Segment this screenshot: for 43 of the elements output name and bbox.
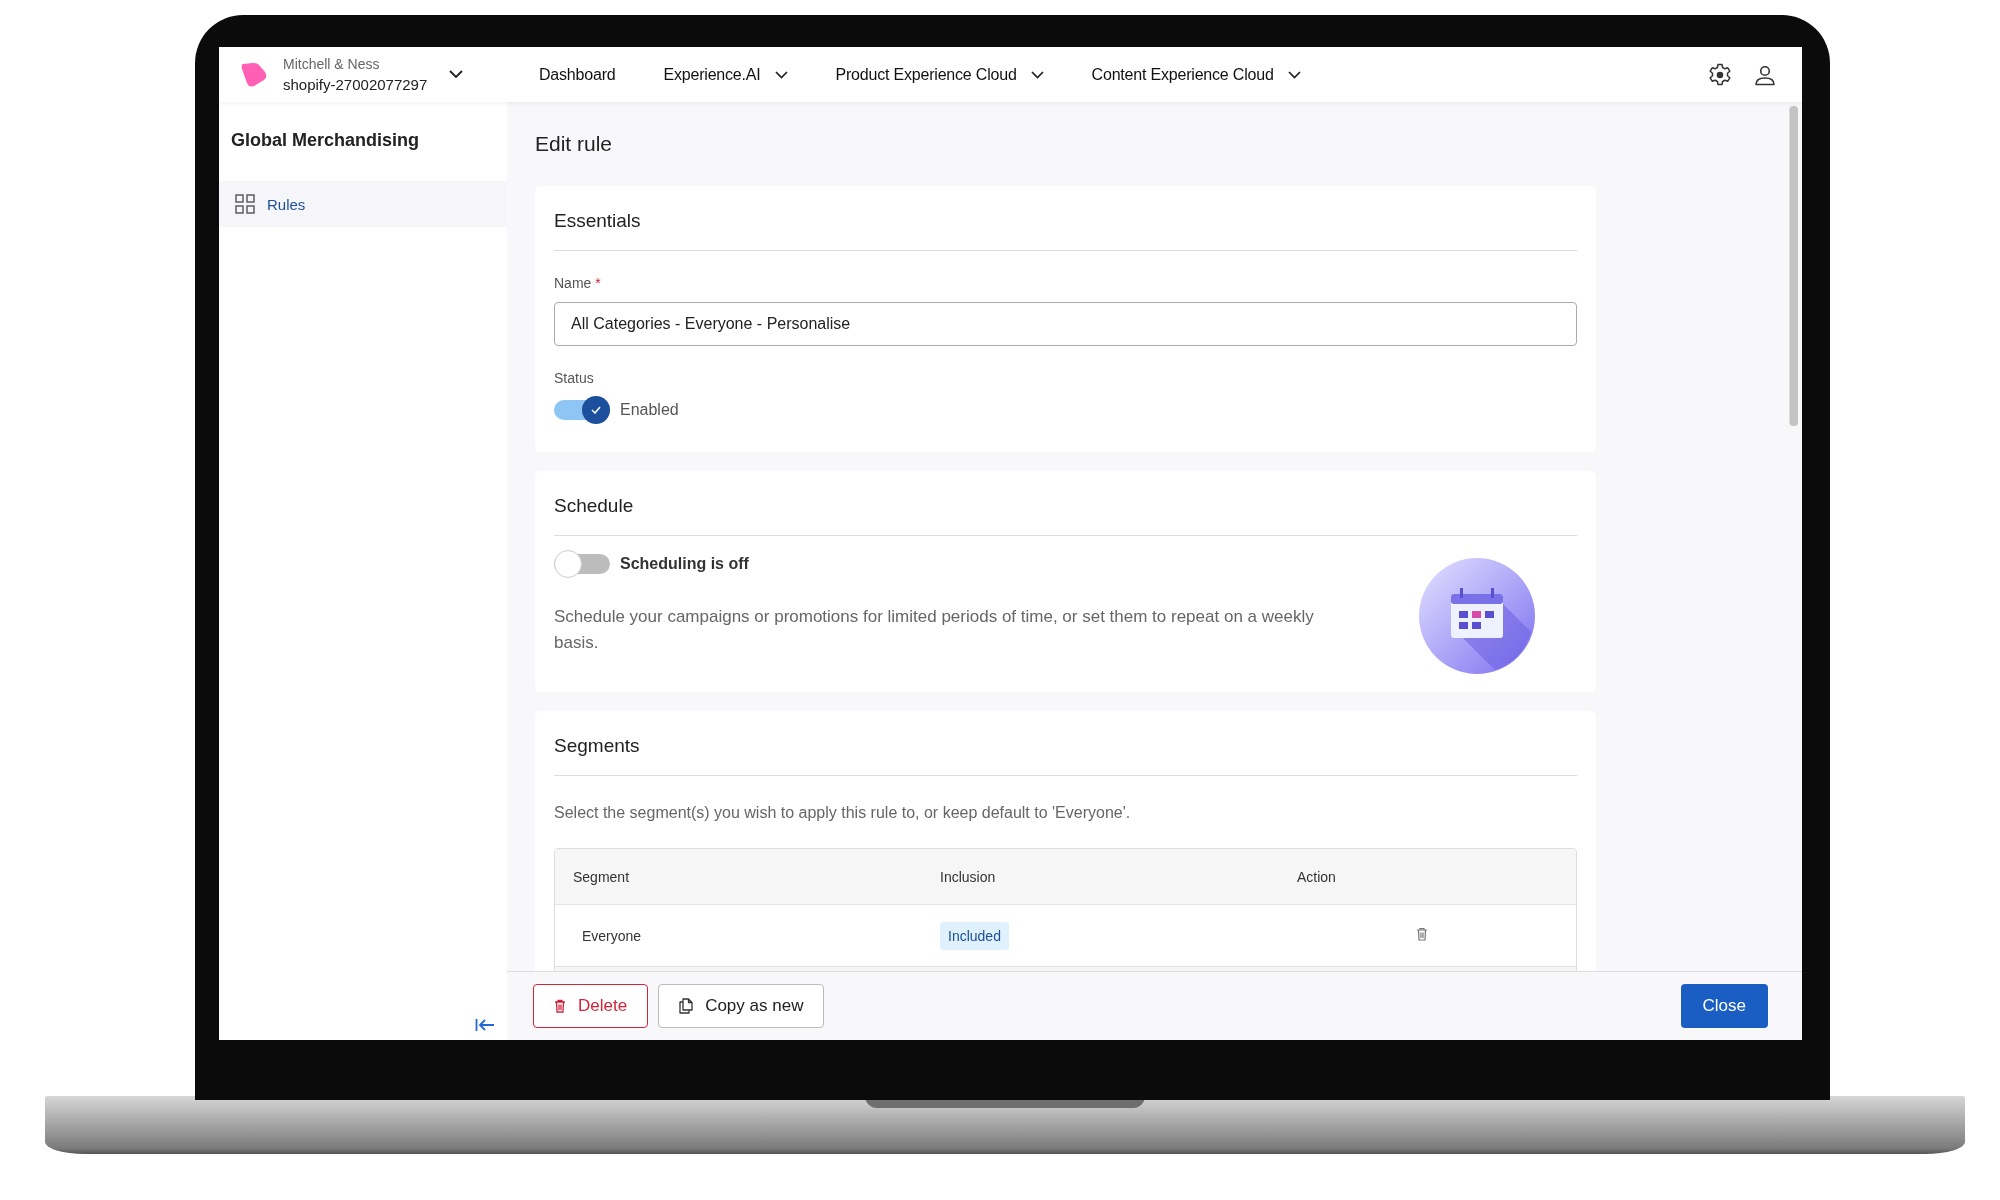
chevron-down-icon — [774, 70, 788, 79]
store-name: shopify-27002077297 — [283, 76, 428, 93]
column-header: Inclusion — [940, 868, 997, 885]
required-mark: * — [595, 275, 601, 291]
chevron-down-icon — [1287, 70, 1301, 79]
nav-menu-item[interactable]: Experience.AI — [663, 65, 788, 84]
user-icon[interactable] — [1754, 63, 1776, 86]
card-title: Schedule — [554, 495, 635, 517]
column-header: Action — [1297, 868, 1337, 885]
page-title: Edit rule — [535, 131, 614, 157]
calendar-icon — [1419, 558, 1535, 674]
toggle-label: Enabled — [620, 401, 679, 419]
collapse-sidebar-icon[interactable] — [475, 1018, 495, 1032]
toggle-label: Scheduling is off — [620, 555, 749, 573]
field-label: Name — [554, 275, 592, 291]
table-cell-text: Everyone — [581, 927, 643, 944]
chevron-down-icon — [1030, 70, 1044, 79]
nav-menu-item[interactable]: Content Experience Cloud — [1091, 65, 1301, 84]
sidebar-item[interactable]: Rules — [219, 181, 507, 227]
sidebar-title: Global Merchandising — [230, 129, 421, 152]
inclusion-tag: Included — [940, 921, 1009, 950]
logo-icon — [239, 60, 269, 89]
nav-menu-item[interactable]: Product Experience Cloud — [835, 65, 1044, 84]
nav-menu-item[interactable]: Dashboard — [539, 65, 616, 84]
name-input[interactable]: All Categories - Everyone - Personalise — [554, 302, 1577, 346]
copy-button[interactable]: Copy as new — [658, 984, 825, 1028]
delete-button[interactable]: Delete — [533, 984, 649, 1028]
chevron-down-icon[interactable] — [449, 70, 464, 79]
check-icon — [591, 406, 601, 414]
schedule-description: Schedule your campaigns or promotions for limited periods of time, or set them to repeat on a weekly basis. — [554, 606, 1315, 654]
scrollbar[interactable] — [1789, 106, 1798, 426]
field-label: Status — [554, 370, 594, 386]
segments-description: Select the segment(s) you wish to apply this rule to, or keep default to 'Everyone'. — [554, 803, 1132, 823]
grid-icon — [235, 194, 255, 214]
copy-icon — [679, 998, 694, 1014]
company-name: Mitchell & Ness — [283, 56, 381, 72]
delete-icon[interactable] — [1416, 927, 1428, 941]
settings-icon[interactable] — [1708, 62, 1732, 87]
card-title: Essentials — [554, 210, 642, 232]
trash-icon — [554, 999, 566, 1013]
card-title: Segments — [554, 735, 641, 757]
close-button[interactable]: Close — [1680, 984, 1768, 1028]
column-header: Segment — [572, 868, 631, 885]
